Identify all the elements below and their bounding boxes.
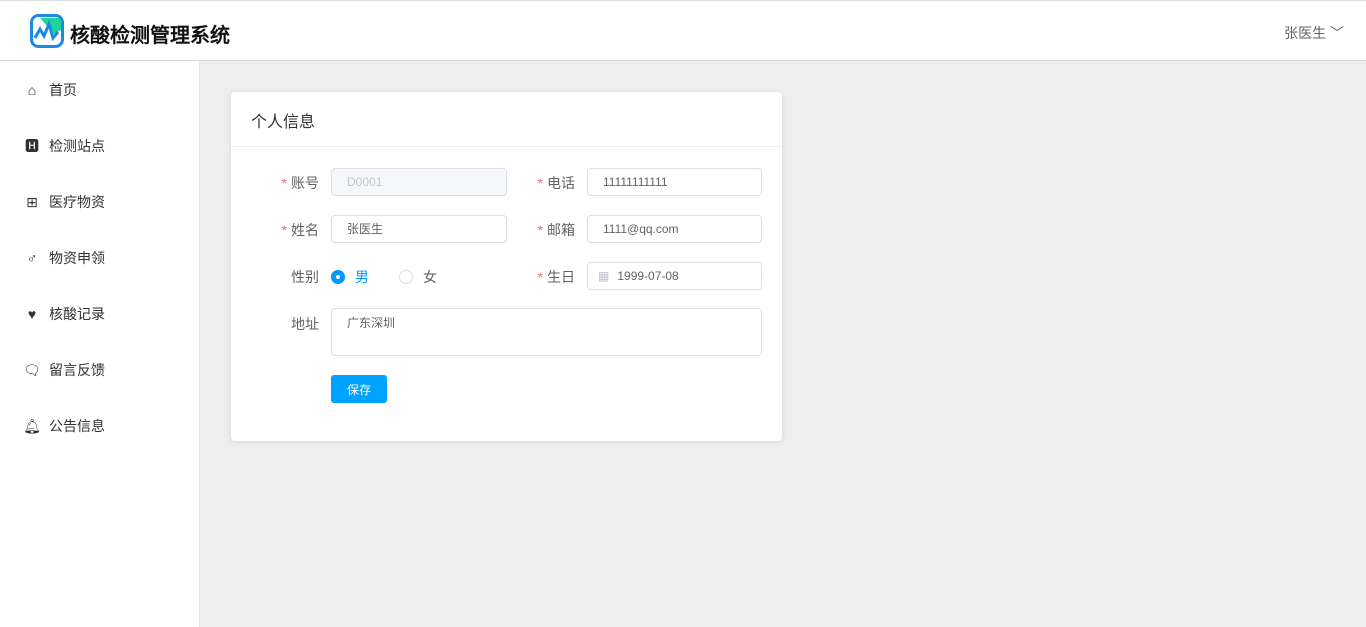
- app-title: 核酸检测管理系统: [70, 25, 230, 47]
- gender-label: 性别: [291, 269, 319, 285]
- logo-icon: [30, 14, 64, 48]
- name-input[interactable]: 张医生: [331, 215, 507, 243]
- chevron-down-icon: ﹀: [1330, 25, 1344, 41]
- user-name: 张医生: [1284, 25, 1327, 41]
- birthday-label: * 生日: [537, 269, 575, 285]
- home-icon: ⌂: [27, 82, 37, 98]
- heartbeat-icon: ♥: [27, 306, 37, 322]
- comments-icon: 🗨: [23, 361, 41, 378]
- name-label: * 姓名: [281, 222, 319, 238]
- sidebar-item-apply[interactable]: ♂ 物资申领: [22, 248, 105, 268]
- sidebar-item-home[interactable]: ⌂ 首页: [22, 80, 77, 100]
- account-label: * 账号: [281, 175, 319, 191]
- card-title: 个人信息: [231, 92, 782, 147]
- address-textarea[interactable]: 广东深圳: [331, 308, 762, 356]
- sidebar-item-records[interactable]: ♥ 核酸记录: [22, 304, 105, 324]
- sidebar-item-label: 检测站点: [49, 138, 105, 154]
- user-menu[interactable]: 张医生 ﹀: [1284, 23, 1344, 43]
- hospital-icon: 🅷: [25, 138, 39, 154]
- sidebar: ⌂ 首页 🅷 检测站点 ⊞ 医疗物资 ♂ 物资申领 ♥ 核酸记录 🗨 留言反馈 🔔︎ 公告信息: [0, 61, 200, 627]
- radio-checked-icon: [331, 270, 345, 284]
- account-input: D0001: [331, 168, 507, 196]
- phone-label: * 电话: [537, 175, 575, 191]
- phone-input[interactable]: 11111111111: [587, 168, 762, 196]
- sidebar-item-label: 物资申领: [49, 250, 105, 266]
- header: 核酸检测管理系统 张医生 ﹀: [0, 0, 1366, 61]
- email-label: * 邮箱: [537, 222, 575, 238]
- radio-unchecked-icon: [399, 270, 413, 284]
- email-input[interactable]: 1111@qq.com: [587, 215, 762, 243]
- birthday-picker[interactable]: ▦ 1999-07-08: [587, 262, 762, 290]
- gender-radio-female[interactable]: 女: [399, 267, 437, 287]
- medkit-icon: ⊞: [26, 193, 38, 210]
- mars-icon: ♂: [26, 250, 38, 266]
- save-button[interactable]: 保存: [331, 375, 387, 403]
- sidebar-item-label: 首页: [49, 82, 77, 98]
- sidebar-item-stations[interactable]: 🅷 检测站点: [22, 136, 105, 156]
- sidebar-item-label: 核酸记录: [49, 306, 105, 322]
- sidebar-item-feedback[interactable]: 🗨 留言反馈: [22, 360, 105, 380]
- gender-radio-male[interactable]: 男: [331, 267, 369, 287]
- sidebar-item-label: 医疗物资: [49, 194, 105, 210]
- address-label: 地址: [291, 316, 319, 332]
- calendar-icon: ▦: [598, 269, 610, 283]
- sidebar-item-label: 公告信息: [49, 418, 105, 434]
- sidebar-item-notice[interactable]: 🔔︎ 公告信息: [22, 416, 105, 436]
- bell-icon: 🔔︎: [23, 417, 41, 434]
- sidebar-item-supplies[interactable]: ⊞ 医疗物资: [22, 192, 105, 212]
- sidebar-item-label: 留言反馈: [49, 362, 105, 378]
